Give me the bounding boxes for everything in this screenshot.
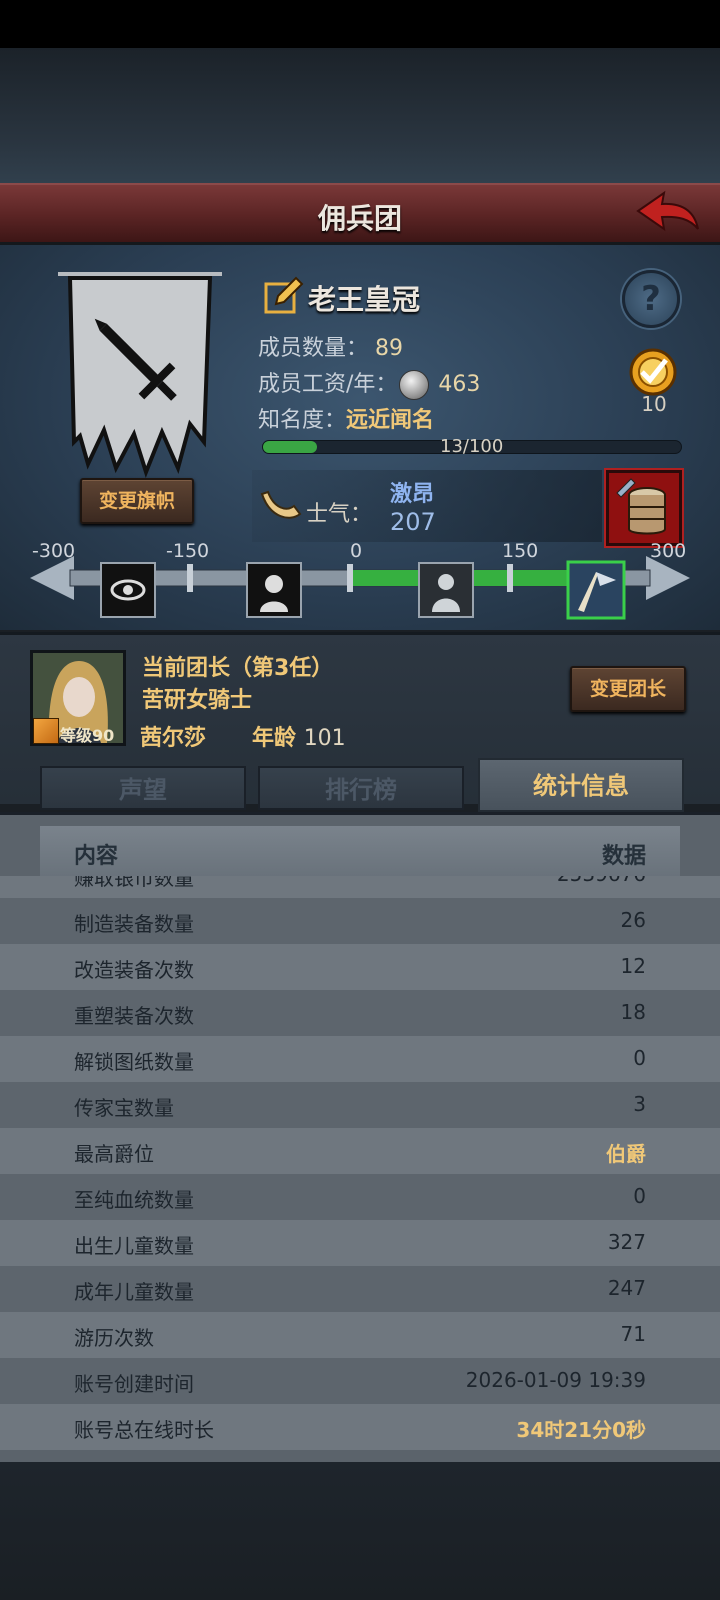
row-value: 12 <box>620 954 646 978</box>
tab-leaderboard[interactable]: 排行榜 <box>258 766 464 810</box>
column-data: 数据 <box>601 844 646 869</box>
row-label: 解锁图纸数量 <box>74 1050 194 1074</box>
guild-name: 老王皇冠 <box>308 283 421 316</box>
barrel-graphic <box>616 478 666 535</box>
stats-list[interactable]: 赚取银币数量 2539676 制造装备数量 26 改造装备次数 12 重塑装备次数 18… <box>0 876 720 1462</box>
table-row: 传家宝数量 3 <box>0 1082 720 1128</box>
row-value: 247 <box>607 1276 646 1300</box>
table-row: 制造装备数量 26 <box>0 898 720 944</box>
help-icon[interactable]: ? <box>622 270 680 328</box>
guild-banner <box>58 272 222 478</box>
table-row: 成年儿童数量 247 <box>0 1266 720 1312</box>
leader-title: 当前团长（第3任） <box>142 656 334 681</box>
members-label: 成员数量： <box>258 336 369 361</box>
eye-morale-icon[interactable] <box>100 562 156 618</box>
wage-label: 成员工资/年： <box>258 372 398 397</box>
row-label: 账号创建时间 <box>74 1372 194 1396</box>
row-value: 34时21分0秒 <box>516 1418 646 1442</box>
tab-bar: 声望 排行榜 统计信息 <box>32 758 688 812</box>
table-row: 游历次数 71 <box>0 1312 720 1358</box>
row-label: 传家宝数量 <box>74 1096 174 1120</box>
change-leader-button[interactable]: 变更团长 <box>570 666 686 712</box>
background-top <box>0 48 720 184</box>
leader-level: 等级90 <box>32 720 126 745</box>
fame-label: 知名度： <box>258 408 347 433</box>
row-value: 0 <box>633 1046 646 1070</box>
fame-line: 知名度：远近闻名 <box>258 402 434 434</box>
row-label: 最高爵位 <box>74 1142 154 1166</box>
table-row: 最高爵位 伯爵 <box>0 1128 720 1174</box>
change-banner-button[interactable]: 变更旗帜 <box>80 478 194 524</box>
scale-tick-label: -300 <box>32 540 76 562</box>
status-bar <box>0 0 720 48</box>
excited-morale-icon[interactable] <box>566 560 626 620</box>
row-label: 改造装备次数 <box>74 958 194 982</box>
leader-level-text: 等级90 <box>60 726 115 745</box>
tab-statistics[interactable]: 统计信息 <box>478 758 684 812</box>
row-value: 327 <box>607 1230 646 1254</box>
fame-value: 远近闻名 <box>346 408 435 433</box>
despair-morale-icon[interactable] <box>246 562 302 618</box>
row-value: 2539676 <box>557 876 646 886</box>
row-label: 成年儿童数量 <box>74 1280 194 1304</box>
column-content: 内容 <box>74 844 119 869</box>
row-label: 账号总在线时长 <box>74 1418 214 1442</box>
table-row: 账号总在线时长 34时21分0秒 <box>0 1404 720 1450</box>
table-row: 至纯血统数量 0 <box>0 1174 720 1220</box>
header-bar: 佣兵团 <box>0 183 720 245</box>
page-title: 佣兵团 <box>317 202 402 235</box>
table-row: 出生儿童数量 327 <box>0 1220 720 1266</box>
tab-reputation[interactable]: 声望 <box>40 766 246 810</box>
table-row: 账号创建时间 2026-01-09 19:39 <box>0 1358 720 1404</box>
row-value: 2026-01-09 19:39 <box>465 1368 646 1392</box>
background-bottom <box>0 1462 720 1600</box>
scale-tick-label: 300 <box>650 540 687 562</box>
row-value: 71 <box>620 1322 646 1346</box>
fame-progress-text: 13/100 <box>440 436 504 457</box>
horn-icon <box>260 490 302 519</box>
members-line: 成员数量： 89 <box>258 330 403 362</box>
morale-value: 207 <box>390 508 436 536</box>
members-value: 89 <box>375 336 404 361</box>
scale-tick-label: 0 <box>350 540 363 562</box>
row-value: 3 <box>633 1092 646 1116</box>
row-value: 26 <box>620 908 646 932</box>
leader-name: 茜尔莎 <box>140 726 207 751</box>
morale-state: 激昂 <box>390 482 435 507</box>
table-row: 改造装备次数 12 <box>0 944 720 990</box>
table-row: 重塑装备次数 18 <box>0 990 720 1036</box>
row-value: 18 <box>620 1000 646 1024</box>
row-label: 制造装备数量 <box>74 912 194 936</box>
wage-value: 463 <box>438 372 481 397</box>
morale-label: 士气： <box>306 502 373 527</box>
scale-tick-label: -150 <box>166 540 210 562</box>
row-label: 赚取银币数量 <box>74 876 194 890</box>
silver-coin-icon <box>399 370 430 400</box>
leader-age-label: 年龄 <box>252 726 297 751</box>
row-label: 游历次数 <box>74 1326 154 1350</box>
table-row: 解锁图纸数量 0 <box>0 1036 720 1082</box>
leader-age: 年龄 101 <box>252 720 346 752</box>
fame-progress-fill <box>263 441 318 453</box>
neutral-morale-icon[interactable] <box>418 562 474 618</box>
table-row: 赚取银币数量 2539676 <box>0 876 720 898</box>
barrel-icon[interactable] <box>606 470 682 546</box>
wage-line: 成员工资/年： 463 <box>258 366 480 400</box>
row-label: 重塑装备次数 <box>74 1004 194 1028</box>
back-arrow-icon[interactable] <box>634 189 702 241</box>
leader-age-value: 101 <box>303 726 346 751</box>
table-header: 内容 数据 <box>40 826 680 876</box>
row-label: 至纯血统数量 <box>74 1188 194 1212</box>
row-value: 0 <box>633 1184 646 1208</box>
edit-name-icon[interactable] <box>264 276 304 316</box>
scale-tick-label: 150 <box>502 540 539 562</box>
row-label: 出生儿童数量 <box>74 1234 194 1258</box>
row-value: 伯爵 <box>606 1142 646 1166</box>
leader-class: 苦研女骑士 <box>142 688 253 713</box>
badge-count: 10 <box>641 392 667 416</box>
